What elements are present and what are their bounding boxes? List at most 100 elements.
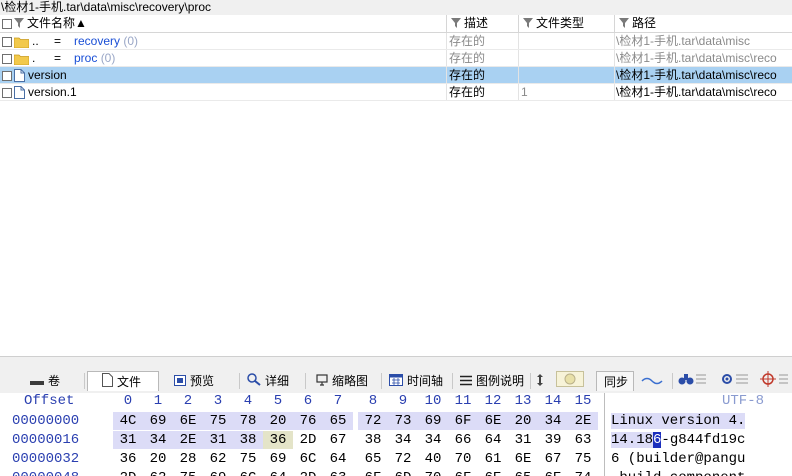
settings-button[interactable]: [720, 371, 752, 391]
hex-byte[interactable]: 4C: [113, 412, 143, 430]
hex-byte[interactable]: 69: [263, 450, 293, 468]
hex-byte[interactable]: 2D: [293, 469, 323, 476]
column-header-path[interactable]: 路径: [615, 15, 792, 32]
hex-viewer[interactable]: Offset 0 1 2 3 4 5 6 7 8 9 10 11 12 13 14 15 UTF-8 0000…: [0, 393, 792, 476]
filter-icon[interactable]: [451, 16, 461, 32]
hex-byte[interactable]: 6E: [173, 412, 203, 430]
hex-byte[interactable]: 62: [143, 469, 173, 476]
hex-byte[interactable]: 2E: [173, 431, 203, 449]
hex-byte[interactable]: 69: [203, 469, 233, 476]
hex-byte[interactable]: 20: [143, 450, 173, 468]
hex-byte[interactable]: 75: [203, 412, 233, 430]
row-checkbox[interactable]: [2, 36, 12, 47]
hex-byte[interactable]: 69: [418, 412, 448, 430]
tab-volume[interactable]: 卷: [30, 371, 60, 391]
hex-byte[interactable]: 34: [538, 412, 568, 430]
column-header-type[interactable]: 文件类型: [519, 15, 615, 32]
hex-byte[interactable]: 31: [508, 431, 538, 449]
hex-byte[interactable]: 73: [388, 412, 418, 430]
hex-byte[interactable]: 6E: [538, 469, 568, 476]
hex-text[interactable]: -build-component: [611, 469, 745, 476]
hex-byte[interactable]: 38: [358, 431, 388, 449]
hex-byte[interactable]: 65: [323, 412, 353, 430]
sync-button[interactable]: 同步: [596, 371, 634, 391]
hex-byte[interactable]: 39: [538, 431, 568, 449]
select-all-checkbox[interactable]: [2, 18, 12, 29]
hex-byte[interactable]: 70: [448, 450, 478, 468]
hex-byte[interactable]: 31: [203, 431, 233, 449]
hex-byte[interactable]: 62: [203, 450, 233, 468]
hex-byte[interactable]: 72: [358, 412, 388, 430]
filter-icon[interactable]: [14, 16, 24, 32]
hex-byte[interactable]: 63: [568, 431, 598, 449]
hex-byte[interactable]: 65: [358, 450, 388, 468]
target-button[interactable]: [760, 371, 792, 391]
hex-byte[interactable]: 61: [478, 450, 508, 468]
name-cell[interactable]: version: [0, 67, 447, 83]
hex-byte[interactable]: 63: [323, 469, 353, 476]
sync-toggle-button[interactable]: [556, 371, 588, 391]
tab-thumbnails[interactable]: 缩略图: [316, 371, 368, 391]
hex-byte[interactable]: 6C: [233, 469, 263, 476]
hex-row[interactable]: 00000000 4C 69 6E 75 78 20 76 65 72 73 69 6F 6E 20 34 2E…: [0, 412, 792, 431]
binoculars-button[interactable]: [678, 371, 710, 391]
hex-text[interactable]: 14.186-g844fd19c: [611, 431, 745, 449]
name-cell[interactable]: . = proc (0): [0, 50, 447, 66]
hex-byte[interactable]: 65: [508, 469, 538, 476]
hex-byte[interactable]: 2D: [293, 431, 323, 449]
tab-file[interactable]: 文件: [87, 371, 159, 391]
name-cell[interactable]: version.1: [0, 84, 447, 100]
wave-button[interactable]: [641, 371, 667, 391]
hex-byte[interactable]: 70: [418, 469, 448, 476]
hex-byte[interactable]: 34: [418, 431, 448, 449]
hex-byte[interactable]: 67: [323, 431, 353, 449]
hex-byte[interactable]: 28: [173, 450, 203, 468]
tab-timeline[interactable]: 时间轴: [389, 371, 443, 391]
hex-byte[interactable]: 64: [478, 431, 508, 449]
hex-byte[interactable]: 20: [508, 412, 538, 430]
hex-byte[interactable]: 6E: [478, 469, 508, 476]
hex-text[interactable]: Linux version 4.: [611, 412, 746, 430]
column-header-name[interactable]: 文件名称▲: [0, 15, 447, 32]
tab-legend[interactable]: 图例说明: [460, 371, 524, 391]
hex-byte[interactable]: 6E: [508, 450, 538, 468]
hex-row[interactable]: 00000032 36 20 28 62 75 69 6C 64 65 72 40 70 61 6E 67 75…: [0, 450, 792, 469]
column-header-desc[interactable]: 描述: [447, 15, 519, 32]
hex-byte[interactable]: 36: [263, 431, 293, 449]
hex-byte[interactable]: 6F: [448, 469, 478, 476]
hex-byte[interactable]: 78: [233, 412, 263, 430]
hex-byte[interactable]: 2E: [568, 412, 598, 430]
filter-icon[interactable]: [619, 16, 629, 32]
hex-byte[interactable]: 31: [113, 431, 143, 449]
tab-details[interactable]: 详细: [247, 371, 289, 391]
hex-byte[interactable]: 64: [323, 450, 353, 468]
hex-byte[interactable]: 40: [418, 450, 448, 468]
row-checkbox[interactable]: [2, 87, 12, 98]
table-row[interactable]: . = proc (0) 存在的 \检材1-手机.tar\data\misc\rec…: [0, 50, 792, 67]
hex-byte[interactable]: 6D: [388, 469, 418, 476]
hex-byte[interactable]: 74: [568, 469, 598, 476]
tab-preview[interactable]: 预览: [174, 371, 214, 391]
hex-byte[interactable]: 6F: [358, 469, 388, 476]
row-checkbox[interactable]: [2, 53, 12, 64]
hex-row[interactable]: 000000482D6275696C642D636F6D706F6E656E74…: [0, 469, 792, 476]
hex-text[interactable]: 6 (builder@pangu: [611, 450, 745, 468]
hex-byte[interactable]: 6C: [293, 450, 323, 468]
hex-byte[interactable]: 67: [538, 450, 568, 468]
hex-byte[interactable]: 36: [113, 450, 143, 468]
pane-splitter[interactable]: [0, 356, 792, 370]
hex-byte[interactable]: 6F: [448, 412, 478, 430]
encoding-label[interactable]: UTF-8: [722, 393, 764, 409]
hex-byte[interactable]: 75: [233, 450, 263, 468]
hex-byte[interactable]: 6E: [478, 412, 508, 430]
hex-byte[interactable]: 34: [143, 431, 173, 449]
hex-byte[interactable]: 75: [568, 450, 598, 468]
hex-byte[interactable]: 66: [448, 431, 478, 449]
table-row[interactable]: version.1 存在的 1 \检材1-手机.tar\data\misc\re…: [0, 84, 792, 101]
filter-icon[interactable]: [523, 16, 533, 32]
table-row-selected[interactable]: version 存在的 \检材1-手机.tar\data\misc\reco: [0, 67, 792, 84]
hex-byte[interactable]: 2D: [113, 469, 143, 476]
hex-row[interactable]: 00000016 31 34 2E 31 38 36 2D 67 38 34 34 66 64 31 39 63…: [0, 431, 792, 450]
hex-byte[interactable]: 34: [388, 431, 418, 449]
name-cell[interactable]: .. = recovery (0): [0, 33, 447, 49]
